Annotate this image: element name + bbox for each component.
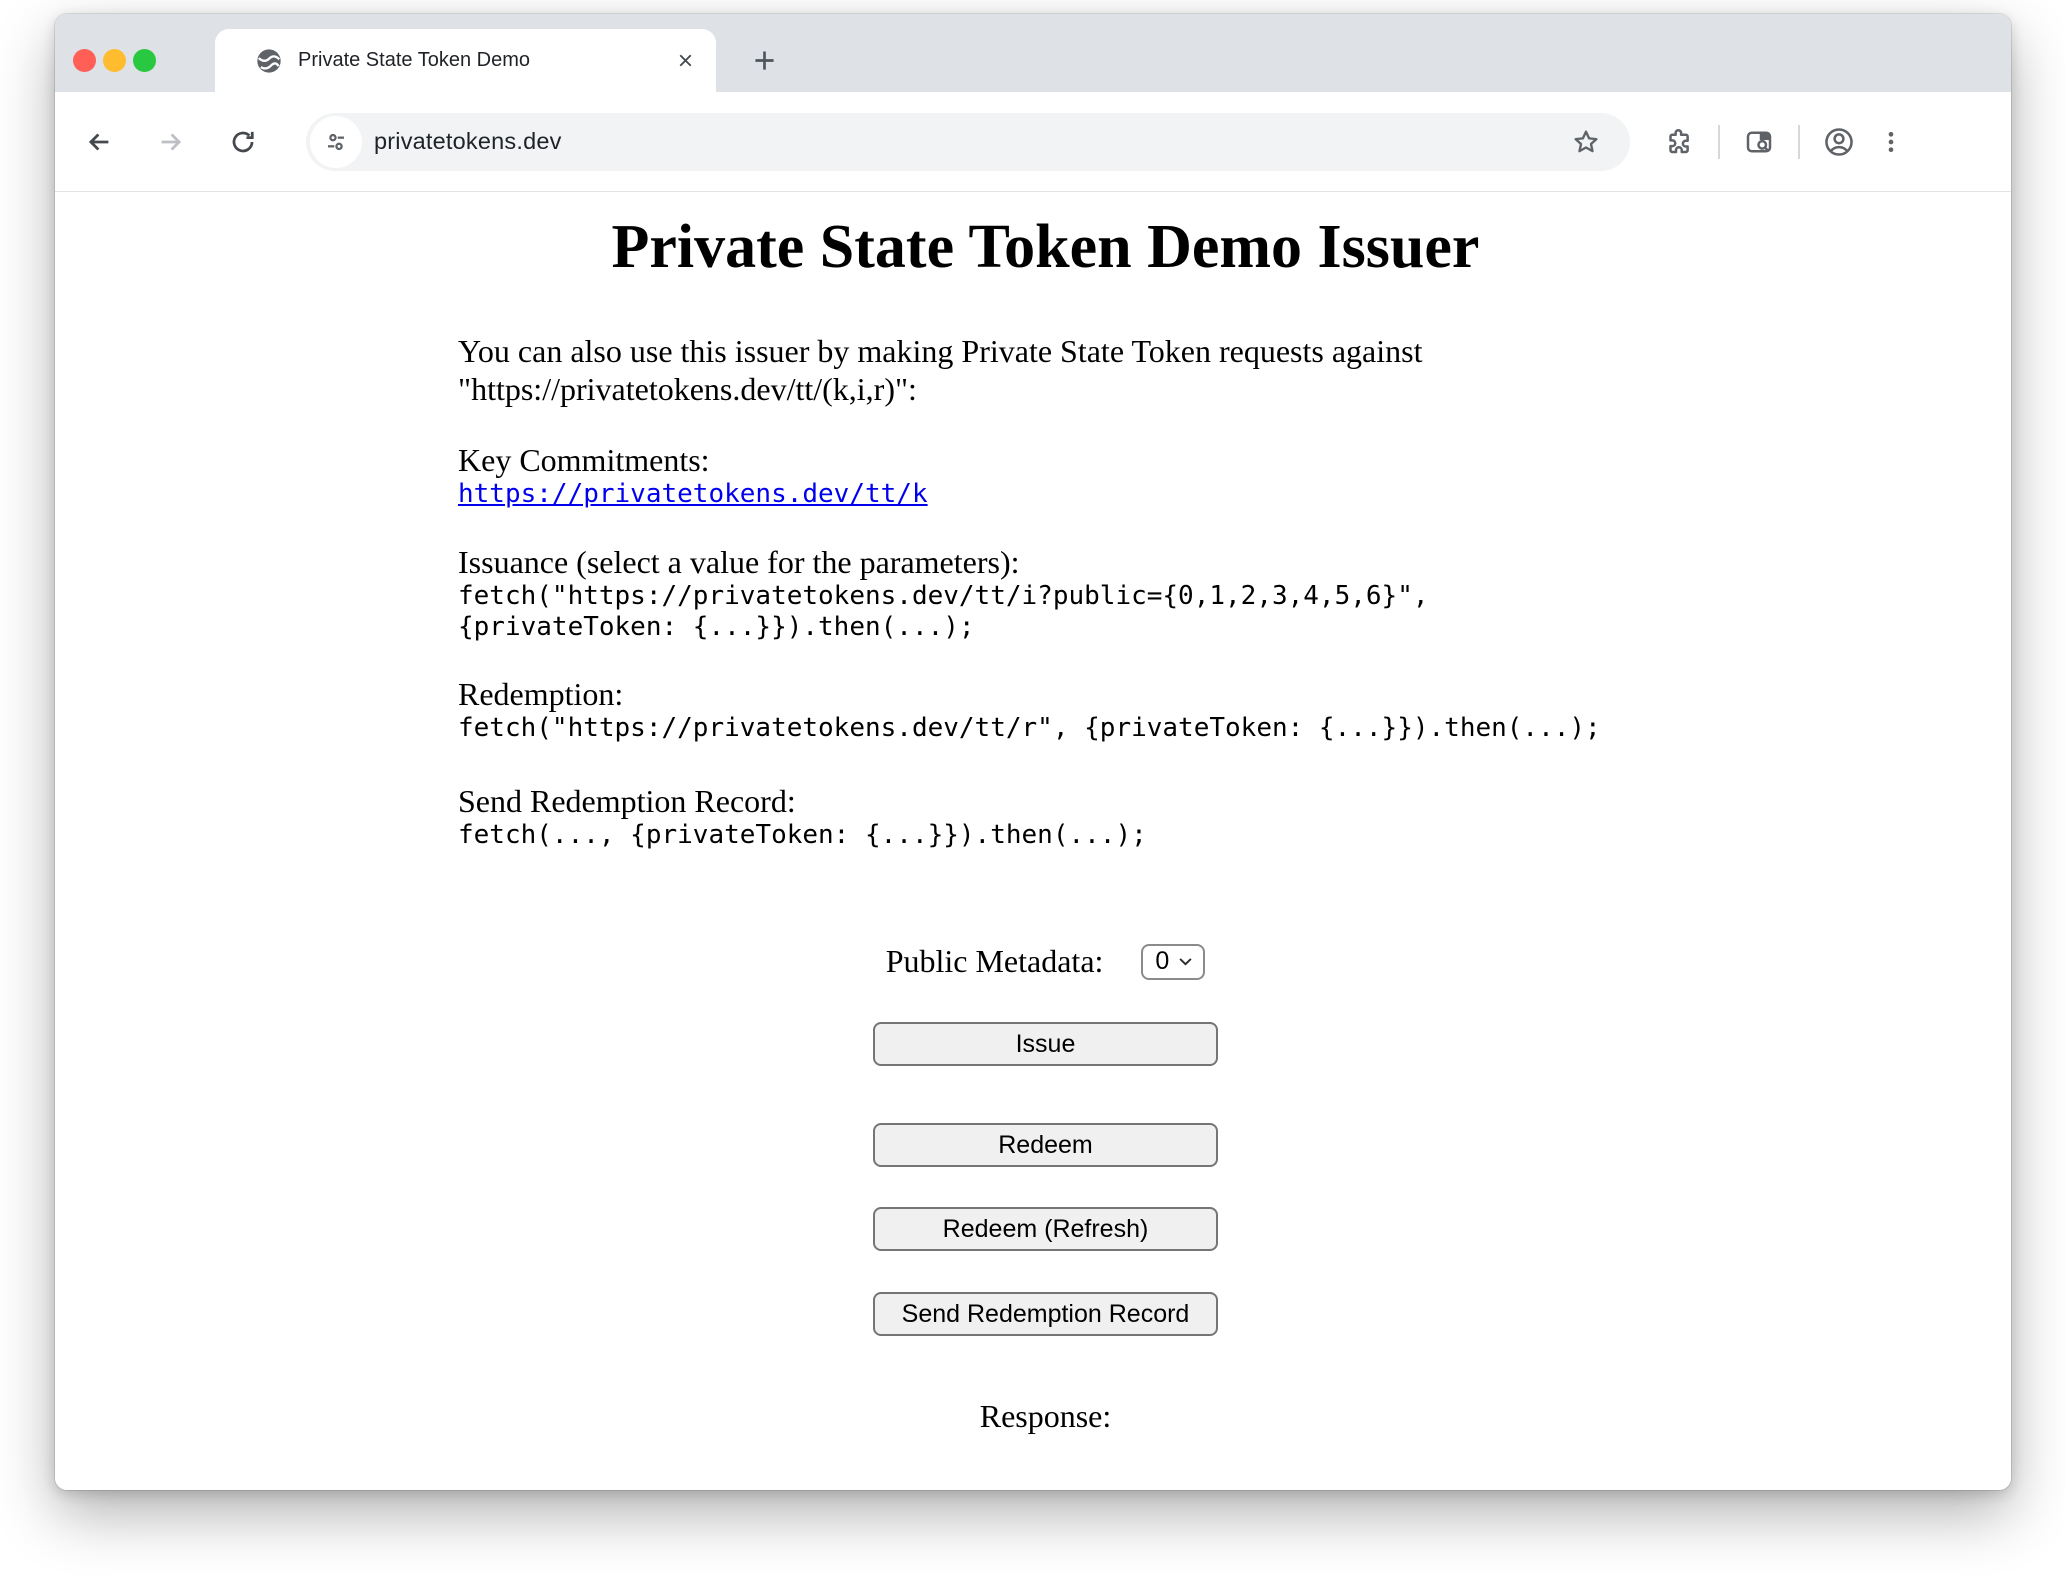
fullscreen-window-button[interactable] <box>133 49 156 72</box>
browser-toolbar: privatetokens.dev <box>55 92 2011 192</box>
redeem-refresh-button[interactable]: Redeem (Refresh) <box>873 1207 1218 1251</box>
window-controls <box>73 49 156 72</box>
redemption-section: Redemption: fetch("https://privatetokens… <box>458 676 1633 744</box>
response-label: Response: <box>458 1398 1633 1435</box>
issuance-code: fetch("https://privatetokens.dev/tt/i?pu… <box>458 581 1633 643</box>
toolbar-divider <box>1718 125 1720 159</box>
public-metadata-row: Public Metadata: 0 <box>458 943 1633 980</box>
intro-paragraph: You can also use this issuer by making P… <box>458 332 1633 408</box>
reload-button[interactable] <box>219 118 267 166</box>
token-form: Public Metadata: 0 Issue Redeem Redeem (… <box>458 943 1633 1435</box>
key-commitments-link[interactable]: https://privatetokens.dev/tt/k <box>458 479 928 510</box>
page-title: Private State Token Demo Issuer <box>458 212 1633 283</box>
minimize-window-button[interactable] <box>103 49 126 72</box>
profile-icon[interactable] <box>1816 119 1862 165</box>
send-redemption-record-section: Send Redemption Record: fetch(..., {priv… <box>458 783 1633 851</box>
public-metadata-selected-value: 0 <box>1155 947 1169 976</box>
tab-title: Private State Token Demo <box>298 49 670 72</box>
site-settings-icon[interactable] <box>310 116 362 168</box>
browser-window: Private State Token Demo <box>55 14 2011 1490</box>
redemption-code: fetch("https://privatetokens.dev/tt/r", … <box>458 713 1633 744</box>
issue-button[interactable]: Issue <box>873 1022 1218 1066</box>
send-redemption-record-button[interactable]: Send Redemption Record <box>873 1292 1218 1336</box>
back-button[interactable] <box>75 118 123 166</box>
key-commitments-section: Key Commitments: https://privatetokens.d… <box>458 442 1633 510</box>
send-redemption-record-label: Send Redemption Record: <box>458 783 1633 820</box>
toolbar-right-icons <box>1656 119 1914 165</box>
globe-favicon-icon <box>255 47 283 75</box>
search-tabs-icon[interactable] <box>1736 119 1782 165</box>
browser-tab[interactable]: Private State Token Demo <box>215 29 716 92</box>
bookmark-star-icon[interactable] <box>1566 122 1606 162</box>
redeem-button[interactable]: Redeem <box>873 1123 1218 1167</box>
public-metadata-select[interactable]: 0 <box>1141 944 1205 980</box>
new-tab-button[interactable] <box>747 43 781 77</box>
url-text[interactable]: privatetokens.dev <box>374 128 1566 155</box>
chevron-down-icon <box>1178 957 1193 966</box>
close-window-button[interactable] <box>73 49 96 72</box>
issuance-section: Issuance (select a value for the paramet… <box>458 544 1633 643</box>
tab-close-button[interactable] <box>670 46 700 76</box>
forward-button[interactable] <box>147 118 195 166</box>
public-metadata-label: Public Metadata: <box>886 943 1104 980</box>
toolbar-divider <box>1798 125 1800 159</box>
send-redemption-record-code: fetch(..., {privateToken: {...}}).then(.… <box>458 820 1633 851</box>
extensions-puzzle-icon[interactable] <box>1656 119 1702 165</box>
tab-strip: Private State Token Demo <box>55 14 2011 92</box>
key-commitments-label: Key Commitments: <box>458 442 1633 479</box>
menu-kebab-icon[interactable] <box>1868 119 1914 165</box>
page-content: Private State Token Demo Issuer You can … <box>55 192 2011 1490</box>
redemption-label: Redemption: <box>458 676 1633 713</box>
address-bar[interactable]: privatetokens.dev <box>306 113 1630 171</box>
issuance-label: Issuance (select a value for the paramet… <box>458 544 1633 581</box>
